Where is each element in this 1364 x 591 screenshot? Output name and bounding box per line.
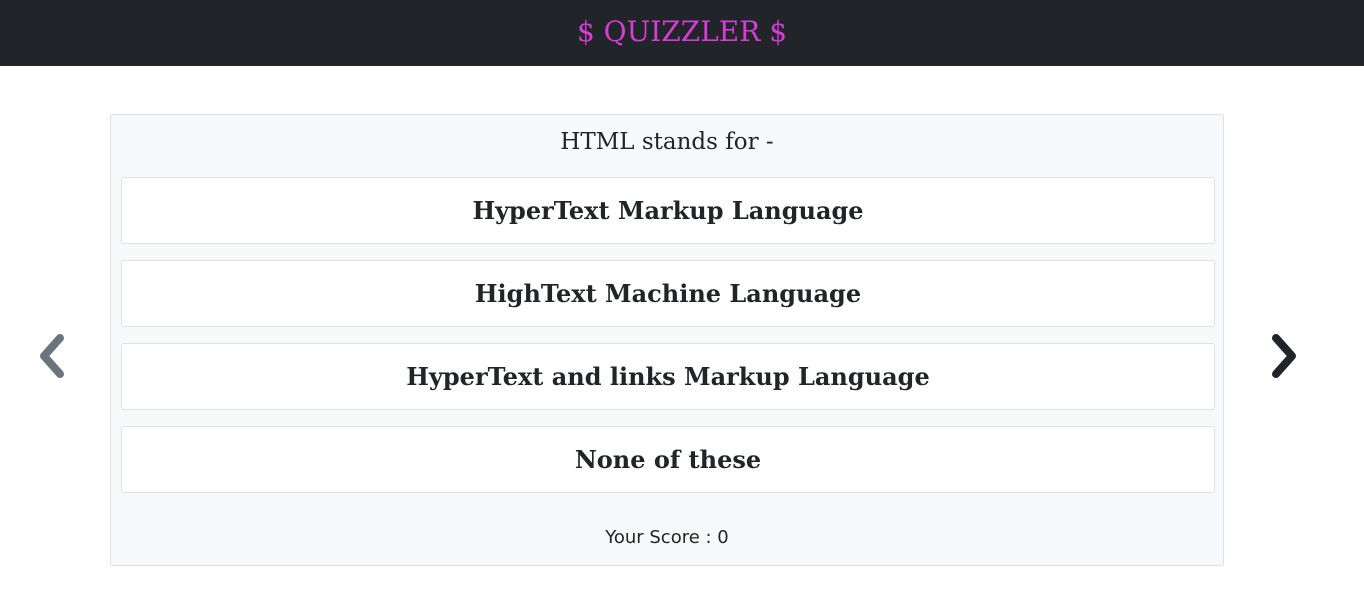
answer-option-2[interactable]: HighText Machine Language — [121, 260, 1215, 327]
brand-title: $ QUIZZLER $ — [576, 15, 788, 48]
question-text: HTML stands for - — [560, 129, 774, 155]
chevron-left-icon — [40, 334, 64, 378]
next-question-button[interactable] — [1264, 332, 1304, 380]
score-text: Your Score : 0 — [605, 527, 729, 548]
answer-option-4[interactable]: None of these — [121, 426, 1215, 493]
answer-option-1[interactable]: HyperText Markup Language — [121, 177, 1215, 244]
answer-option-3[interactable]: HyperText and links Markup Language — [121, 343, 1215, 410]
navbar: $ QUIZZLER $ — [0, 0, 1364, 66]
previous-question-button[interactable] — [32, 332, 72, 380]
chevron-right-icon — [1272, 334, 1296, 378]
quiz-card: HTML stands for - HyperText Markup Langu… — [110, 114, 1224, 566]
